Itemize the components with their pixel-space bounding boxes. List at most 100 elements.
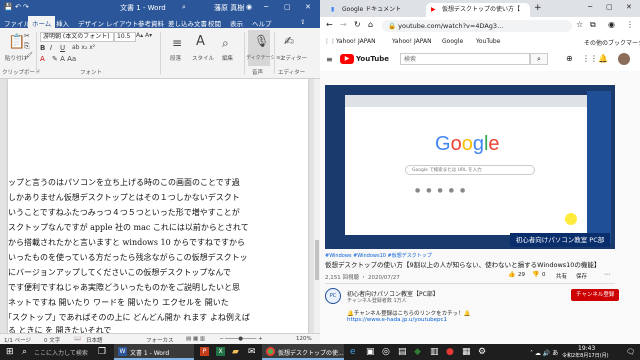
excel-icon[interactable]: X bbox=[216, 347, 225, 356]
avatar[interactable]: ◉ bbox=[608, 20, 615, 29]
back-icon[interactable]: ← bbox=[326, 20, 333, 29]
app-icon[interactable]: ▣ bbox=[366, 347, 375, 357]
search-icon[interactable]: ⌕ bbox=[22, 347, 27, 357]
app-icon[interactable]: ▤ bbox=[398, 347, 407, 357]
zoom-slider[interactable]: ─ ────●──── + bbox=[220, 336, 263, 342]
menu-icon[interactable]: ⋮ bbox=[626, 20, 634, 29]
bookmark-item[interactable]: Yahoo! JAPAN bbox=[336, 38, 376, 45]
copy-icon[interactable]: ⎘ bbox=[24, 42, 30, 51]
search-icon[interactable]: ⌕ bbox=[530, 53, 548, 65]
editing-button[interactable]: 編集 bbox=[222, 54, 233, 62]
word-count[interactable]: 0 文字 bbox=[44, 336, 60, 344]
font-size-select[interactable]: 10.5 bbox=[114, 32, 136, 42]
avatar[interactable] bbox=[618, 53, 630, 65]
document-line[interactable]: る ときに を 開きたいそれで bbox=[8, 325, 111, 333]
minimize-icon[interactable]: ─ bbox=[264, 3, 268, 11]
editor-icon[interactable]: ✍ bbox=[284, 34, 294, 48]
clock-time[interactable]: 19:43 bbox=[578, 345, 595, 352]
video-player[interactable]: Google Google で検索または URL を入力 ●●●●● 初心者向け… bbox=[325, 85, 615, 249]
forward-icon[interactable]: → bbox=[340, 20, 347, 29]
search-input[interactable] bbox=[400, 53, 530, 65]
save-button[interactable]: 保存 bbox=[576, 272, 587, 280]
star-icon[interactable]: ☆ bbox=[576, 20, 583, 29]
windows-start-icon[interactable]: ⊞ bbox=[6, 347, 14, 357]
microphone-icon[interactable]: 🎙 bbox=[254, 34, 269, 48]
reload-icon[interactable]: ↻ bbox=[354, 20, 361, 29]
app-icon[interactable]: ● bbox=[446, 347, 454, 357]
strikethrough-icon[interactable]: ab x₂ x² bbox=[72, 44, 95, 51]
tab-youtube-video[interactable]: ▶ 仮想デスクトップの使い方【 bbox=[426, 3, 530, 17]
tab-home[interactable]: ホーム bbox=[28, 16, 56, 28]
mail-icon[interactable]: ✉ bbox=[248, 347, 256, 357]
editor-button[interactable]: エディター bbox=[280, 54, 307, 62]
taskbar-search[interactable]: ここに入力して検索 bbox=[34, 348, 88, 357]
youtube-logo-icon[interactable]: ▶ bbox=[340, 54, 354, 64]
focus-mode[interactable]: フォーカス bbox=[146, 336, 174, 344]
tab-file[interactable]: ファイル bbox=[4, 18, 30, 28]
document-line[interactable]: にバージョンアップしてくださいこの仮想デスクトップなんで bbox=[8, 267, 231, 278]
tab-insert[interactable]: 挿入 bbox=[56, 18, 69, 28]
app-icon[interactable]: ▥ bbox=[430, 347, 439, 357]
tab-google-docs[interactable]: ▮ Google ドキュメント bbox=[326, 3, 424, 17]
like-icon[interactable]: 👍 bbox=[508, 271, 515, 278]
document-line[interactable]: スクトップなんですが apple 社の mac これには以前からとされて bbox=[8, 222, 249, 233]
document-line[interactable]: から搭載されたかと言いますと windows 10 からですねですから bbox=[8, 237, 245, 248]
page-count[interactable]: 1/1 ページ bbox=[4, 336, 31, 344]
more-icon[interactable]: ⋯ bbox=[604, 271, 610, 278]
bold-icon[interactable]: B bbox=[40, 44, 45, 52]
search-icon[interactable]: ⌕ bbox=[182, 3, 186, 12]
autosave-icon[interactable]: 💾 ↶ ↷ bbox=[4, 3, 29, 11]
create-icon[interactable]: ⊕ bbox=[566, 54, 573, 63]
tab-mailings[interactable]: 差し込み文書 bbox=[168, 18, 207, 28]
apps-icon[interactable]: ⋮⋮ bbox=[324, 38, 336, 45]
tab-help[interactable]: ヘルプ bbox=[252, 18, 272, 28]
tab-references[interactable]: 参考資料 bbox=[138, 18, 164, 28]
document-line[interactable]: ップと言うのはパソコンを立ち上げる時のこの画面のことです過 bbox=[8, 177, 240, 188]
description-link[interactable]: https://www.e-hada.jp.u/youtubepc1 bbox=[347, 317, 447, 323]
proofing-icon[interactable]: 📖 bbox=[74, 336, 81, 342]
extensions-icon[interactable]: ⧉ bbox=[590, 20, 596, 30]
font-grow-icon[interactable]: A▴ A▾ bbox=[136, 32, 152, 39]
minimize-icon[interactable]: ─ bbox=[588, 3, 592, 11]
hashtags[interactable]: #Windows #Windows10 #仮想デスクトップ bbox=[325, 252, 432, 259]
app-icon[interactable]: ▦ bbox=[462, 347, 471, 357]
address-bar[interactable]: 🔒 youtube.com/watch?v=4DAg3... bbox=[382, 20, 572, 32]
bookmark-item[interactable]: Yahoo! JAPAN bbox=[392, 38, 432, 45]
paste-icon[interactable]: 📋 bbox=[8, 34, 25, 50]
powerpoint-icon[interactable]: P bbox=[200, 347, 209, 356]
highlight-icon[interactable]: ✎ A Aa bbox=[52, 55, 76, 63]
zoom-level[interactable]: 120% bbox=[296, 336, 312, 342]
dislike-icon[interactable]: 👎 bbox=[532, 271, 539, 278]
share-button[interactable]: 共有 bbox=[556, 272, 567, 280]
clock-date[interactable]: 令和2年8月17日(月) bbox=[562, 352, 609, 359]
app-icon[interactable]: ⚙ bbox=[478, 347, 486, 357]
language[interactable]: 日本語 bbox=[86, 336, 103, 344]
file-explorer-icon[interactable]: ▰ bbox=[232, 347, 239, 357]
bookmark-item[interactable]: その他のブックマーク bbox=[584, 38, 640, 47]
view-icons[interactable]: ▤ ▦ ▥ bbox=[186, 336, 205, 342]
find-icon[interactable]: ⌕ bbox=[222, 36, 229, 51]
edge-icon[interactable]: e bbox=[350, 347, 356, 357]
document-line[interactable]: ｢スクトップ｣ であればそのの上に どんどん開か れます よね例えば bbox=[8, 312, 250, 323]
user-name[interactable]: 藩原 真樹 bbox=[214, 3, 244, 13]
task-view-icon[interactable]: ❐ bbox=[98, 347, 106, 357]
hamburger-icon[interactable]: ≡ bbox=[326, 55, 333, 64]
bookmark-item[interactable]: Google bbox=[442, 38, 463, 45]
document-line[interactable]: ネットですね 開いたり ワードを 開いたり エクセルを 開いた bbox=[8, 297, 229, 308]
document-line[interactable]: しかありません仮想デスクトップとはその１つしかないデスクト bbox=[8, 192, 240, 203]
taskbar-word-app[interactable]: W 文書 1 - Word bbox=[114, 344, 194, 360]
tab-design[interactable]: デザイン bbox=[78, 18, 104, 28]
font-name-select[interactable]: 游明朝 (本文のフォント) bbox=[40, 32, 114, 42]
underline-icon[interactable]: U bbox=[60, 44, 65, 52]
tab-view[interactable]: 表示 bbox=[230, 18, 243, 28]
youtube-logo[interactable]: YouTube bbox=[356, 55, 389, 63]
close-icon[interactable]: ✕ bbox=[305, 3, 311, 11]
bell-icon[interactable]: 🔔 bbox=[598, 54, 608, 63]
tab-review[interactable]: 校閲 bbox=[208, 18, 221, 28]
share-icon[interactable]: ⇪ bbox=[300, 18, 305, 26]
app-icon[interactable]: ◎ bbox=[382, 347, 390, 357]
taskbar-chrome-app[interactable]: 仮想デスクトップの使... bbox=[262, 344, 344, 360]
paragraph-icon[interactable]: ≡ bbox=[172, 36, 182, 50]
tray-icons[interactable]: ˄ ☁ 🔊 あ bbox=[530, 348, 558, 357]
paragraph-button[interactable]: 段落 bbox=[170, 54, 181, 62]
